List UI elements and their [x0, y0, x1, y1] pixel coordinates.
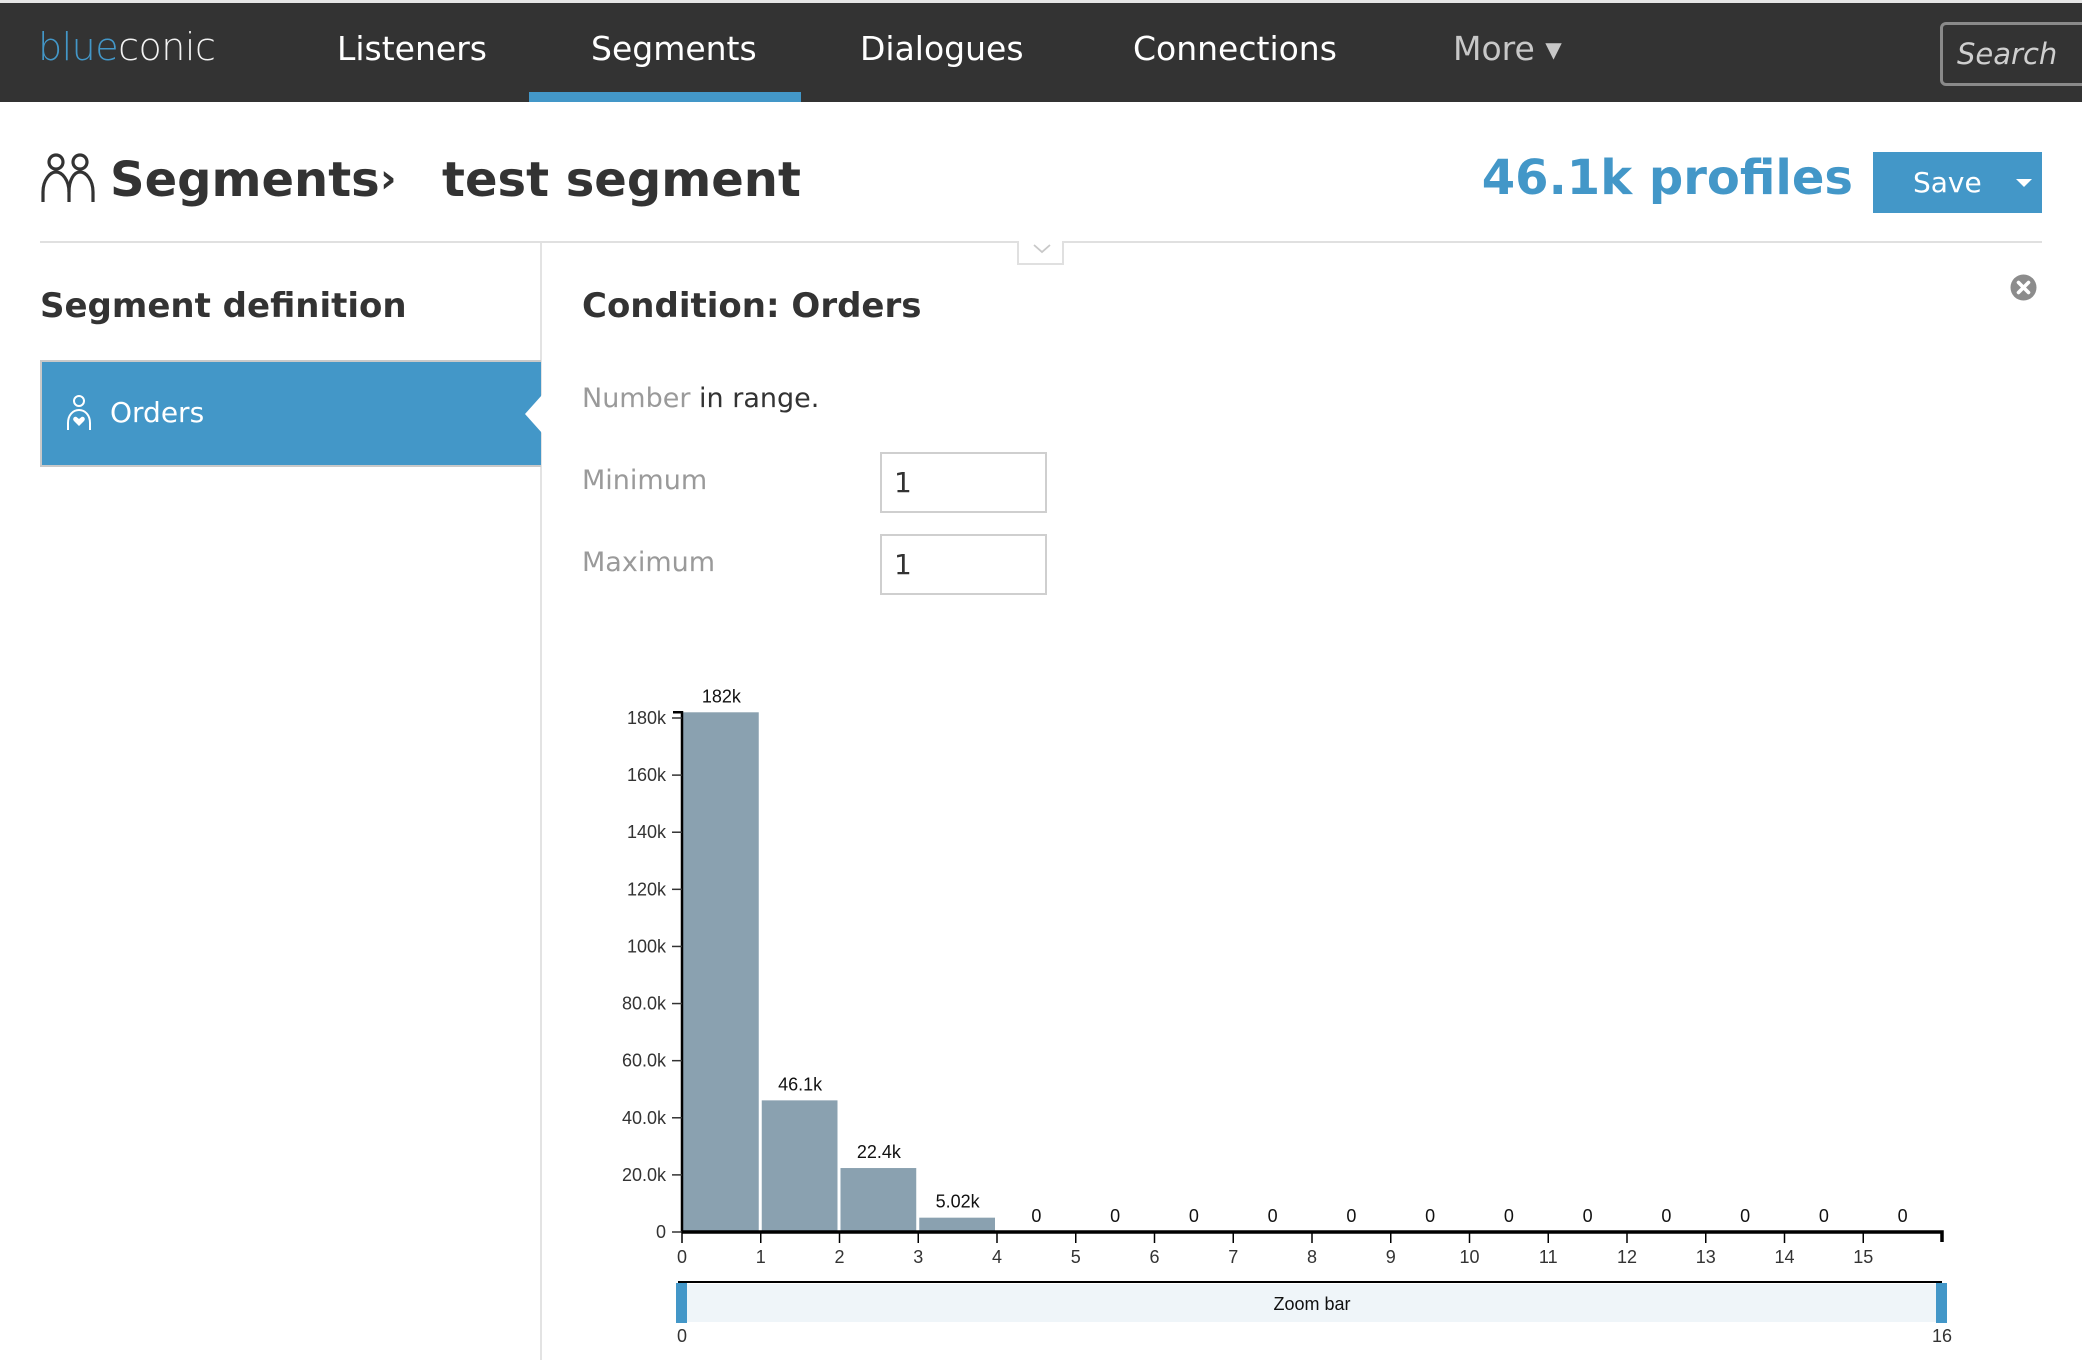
- segment-definition-title: Segment definition: [40, 286, 407, 326]
- minimum-label: Minimum: [582, 465, 708, 496]
- blueconic-logo[interactable]: blueconic: [38, 25, 216, 69]
- nav-item-segments[interactable]: Segments: [591, 29, 757, 68]
- condition-item-orders[interactable]: Orders: [40, 360, 542, 467]
- condition-title: Condition: Orders: [582, 286, 922, 326]
- x-axis-tick-label: 13: [1696, 1247, 1716, 1267]
- bar-value-label: 5.02k: [936, 1192, 981, 1212]
- bar-value-label: 0: [1819, 1206, 1829, 1226]
- bar-value-label: 22.4k: [857, 1142, 902, 1162]
- bar-value-label: 0: [1110, 1206, 1120, 1226]
- x-axis-tick-label: 10: [1459, 1247, 1479, 1267]
- y-axis-tick-label: 140k: [627, 822, 667, 842]
- y-axis-tick-label: 100k: [627, 936, 667, 956]
- zoom-bar-min-label: 0: [677, 1326, 687, 1346]
- x-axis-tick-label: 2: [834, 1247, 844, 1267]
- rule-text: in range.: [690, 383, 820, 414]
- zoom-bar-track[interactable]: [682, 1284, 1942, 1322]
- search-box[interactable]: [1940, 22, 2082, 86]
- logo-text-blue: blue: [38, 25, 119, 69]
- collapse-toggle[interactable]: [1017, 241, 1064, 265]
- x-axis-tick-label: 8: [1307, 1247, 1317, 1267]
- close-icon[interactable]: [2010, 274, 2037, 301]
- maximum-input[interactable]: [880, 534, 1047, 595]
- y-axis-tick-label: 0: [656, 1222, 666, 1242]
- page-title: test segment: [442, 152, 801, 208]
- rule-description: Number in range.: [582, 383, 819, 414]
- y-axis-tick-label: 180k: [627, 708, 667, 728]
- bar-value-label: 0: [1031, 1206, 1041, 1226]
- zoom-bar-right-handle[interactable]: [1936, 1283, 1947, 1323]
- nav-item-more[interactable]: More ▾: [1453, 29, 1562, 68]
- x-axis-tick-label: 0: [677, 1247, 687, 1267]
- bar-value-label: 182k: [702, 686, 742, 706]
- y-axis-tick-label: 40.0k: [622, 1108, 667, 1128]
- maximum-label: Maximum: [582, 547, 716, 578]
- profiles-count: 46.1k profiles: [1481, 150, 1853, 206]
- save-label: Save: [1913, 166, 1982, 199]
- zoom-bar-left-handle[interactable]: [676, 1283, 687, 1323]
- minimum-input[interactable]: [880, 452, 1047, 513]
- chevron-down-icon: [1033, 244, 1051, 254]
- zoom-bar-max-label: 16: [1932, 1326, 1952, 1346]
- histogram-bar: [683, 712, 759, 1232]
- bar-value-label: 0: [1346, 1206, 1356, 1226]
- nav-item-dialogues[interactable]: Dialogues: [860, 29, 1024, 68]
- x-axis-tick-label: 7: [1228, 1247, 1238, 1267]
- bar-value-label: 0: [1425, 1206, 1435, 1226]
- logo-text-white: conic: [118, 25, 216, 69]
- bar-value-label: 0: [1504, 1206, 1514, 1226]
- rule-type-link[interactable]: Number: [582, 383, 690, 414]
- x-axis-line: [682, 1230, 1944, 1242]
- x-axis-tick-label: 3: [913, 1247, 923, 1267]
- breadcrumb-segments[interactable]: Segments: [110, 152, 380, 208]
- condition-item-label: Orders: [110, 396, 205, 429]
- x-axis-tick-label: 11: [1539, 1247, 1558, 1267]
- y-axis-tick-label: 20.0k: [622, 1165, 667, 1185]
- y-axis-tick-label: 60.0k: [622, 1051, 667, 1071]
- bar-value-label: 0: [1740, 1206, 1750, 1226]
- bar-value-label: 46.1k: [778, 1074, 823, 1094]
- save-button[interactable]: Save: [1873, 152, 2042, 213]
- breadcrumb-separator-icon: ›: [380, 156, 397, 202]
- histogram-bar: [761, 1100, 838, 1232]
- x-axis-tick-label: 14: [1774, 1247, 1794, 1267]
- active-nav-indicator: [529, 92, 801, 102]
- segments-people-icon: [41, 153, 95, 202]
- save-dropdown-caret-icon[interactable]: [2016, 179, 2032, 187]
- x-axis-tick-label: 12: [1617, 1247, 1637, 1267]
- bar-value-label: 0: [1189, 1206, 1199, 1226]
- search-input[interactable]: [1957, 35, 2082, 73]
- bar-value-label: 0: [1268, 1206, 1278, 1226]
- person-heart-icon: [67, 395, 91, 430]
- x-axis-tick-label: 9: [1386, 1247, 1396, 1267]
- y-axis-tick-label: 80.0k: [622, 994, 667, 1014]
- top-navigation: blueconic Listeners Segments Dialogues C…: [0, 3, 2082, 102]
- x-axis-tick-label: 4: [992, 1247, 1002, 1267]
- bar-value-label: 0: [1583, 1206, 1593, 1226]
- x-axis-tick-label: 5: [1071, 1247, 1081, 1267]
- y-axis-tick-label: 120k: [627, 879, 667, 899]
- bar-value-label: 0: [1661, 1206, 1671, 1226]
- bar-value-label: 0: [1898, 1206, 1908, 1226]
- y-axis-tick-label: 160k: [627, 765, 667, 785]
- nav-item-listeners[interactable]: Listeners: [337, 29, 487, 68]
- histogram-bar: [840, 1168, 917, 1232]
- y-axis-line: [673, 711, 684, 1232]
- histogram-bar: [919, 1217, 995, 1232]
- x-axis-tick-label: 1: [756, 1247, 766, 1267]
- selected-notch: [525, 395, 542, 433]
- nav-item-connections[interactable]: Connections: [1133, 29, 1337, 68]
- x-axis-tick-label: 6: [1149, 1247, 1159, 1267]
- x-axis-tick-label: 15: [1853, 1247, 1873, 1267]
